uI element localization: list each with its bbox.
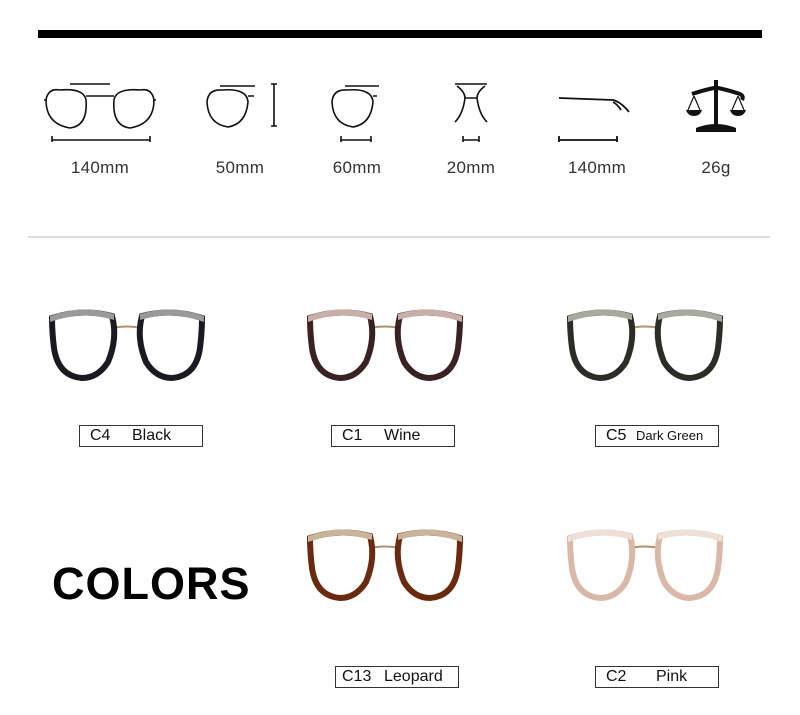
glasses-c13-leopard xyxy=(300,518,470,608)
total-width-icon xyxy=(44,83,156,142)
color-tag-c2: C2 Pink xyxy=(595,666,719,688)
color-code: C4 xyxy=(90,427,111,444)
color-tag-c5: C5 Dark Green xyxy=(595,425,719,447)
color-name: Black xyxy=(132,427,172,444)
right-lens xyxy=(136,309,206,382)
glasses-c4-black xyxy=(42,298,212,388)
color-tag-c4: C4 Black xyxy=(79,425,203,447)
divider xyxy=(28,236,770,238)
spec-weight: 26g xyxy=(656,72,776,177)
colors-heading: COLORS xyxy=(52,558,251,609)
spec-lens-height: 50mm xyxy=(180,72,300,177)
spec-temple-length: 140mm xyxy=(537,72,657,177)
color-name: Wine xyxy=(384,427,421,444)
right-lens xyxy=(394,309,464,382)
spec-label: 20mm xyxy=(446,158,496,177)
color-code: C5 xyxy=(606,427,627,444)
glasses-c2-pink xyxy=(560,518,730,608)
right-lens xyxy=(654,309,724,382)
left-lens xyxy=(566,309,636,382)
left-lens xyxy=(48,309,118,382)
color-name: Dark Green xyxy=(636,428,704,443)
left-lens xyxy=(306,529,376,602)
left-lens xyxy=(566,529,636,602)
spec-label: 140mm xyxy=(70,158,130,177)
color-name: Pink xyxy=(656,668,688,685)
right-lens xyxy=(394,529,464,602)
weight-scale-icon xyxy=(686,80,746,132)
spec-label: 140mm xyxy=(567,158,627,177)
color-code: C2 xyxy=(606,668,627,685)
glasses-c5-dark-green xyxy=(560,298,730,388)
color-code: C1 xyxy=(342,427,363,444)
spec-label: 50mm xyxy=(215,158,265,177)
color-tag-c13: C13 Leopard xyxy=(335,666,459,688)
spec-label: 60mm xyxy=(332,158,382,177)
color-name: Leopard xyxy=(384,668,443,685)
color-tag-c1: C1 Wine xyxy=(331,425,455,447)
spec-lens-width: 60mm xyxy=(297,72,417,177)
color-code: C13 xyxy=(342,668,372,685)
spec-label: 26g xyxy=(701,158,731,177)
right-lens xyxy=(654,529,724,602)
temple-length-icon xyxy=(558,97,630,142)
spec-total-width: 140mm xyxy=(40,72,160,177)
left-lens xyxy=(306,309,376,382)
spec-bridge-width: 20mm xyxy=(411,72,531,177)
bridge-width-icon xyxy=(454,83,488,142)
lens-height-icon xyxy=(206,83,277,128)
lens-width-icon xyxy=(331,85,379,142)
glasses-c1-wine xyxy=(300,298,470,388)
top-bar xyxy=(38,30,762,38)
